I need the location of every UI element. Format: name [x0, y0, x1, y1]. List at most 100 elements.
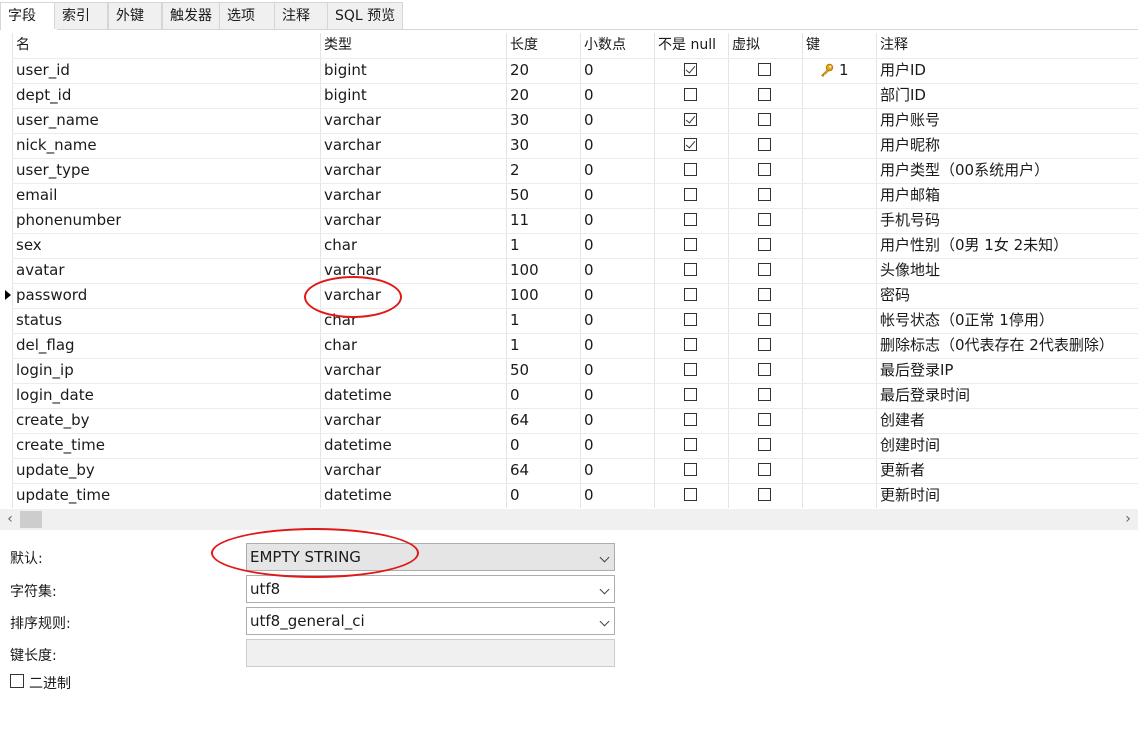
table-row[interactable]: avatar varchar 100 0 头像地址: [0, 258, 1138, 283]
cell-name[interactable]: email: [16, 183, 57, 208]
cell-name[interactable]: user_name: [16, 108, 99, 133]
column-header-type[interactable]: 类型: [324, 33, 352, 58]
cell-name[interactable]: login_ip: [16, 358, 74, 383]
not-null-checkbox[interactable]: [684, 488, 697, 501]
cell-comment[interactable]: 头像地址: [880, 258, 940, 283]
virtual-checkbox[interactable]: [758, 388, 771, 401]
cell-decimals[interactable]: 0: [584, 183, 594, 208]
not-null-checkbox[interactable]: [684, 263, 697, 276]
cell-comment[interactable]: 更新时间: [880, 483, 940, 508]
table-row[interactable]: nick_name varchar 30 0 用户昵称: [0, 133, 1138, 158]
cell-decimals[interactable]: 0: [584, 383, 594, 408]
virtual-checkbox[interactable]: [758, 338, 771, 351]
cell-decimals[interactable]: 0: [584, 308, 594, 333]
table-row[interactable]: user_id bigint 20 0 用户ID 1: [0, 58, 1138, 83]
virtual-checkbox[interactable]: [758, 363, 771, 376]
not-null-checkbox[interactable]: [684, 438, 697, 451]
cell-type[interactable]: datetime: [324, 483, 392, 508]
cell-length[interactable]: 0: [510, 433, 520, 458]
cell-comment[interactable]: 创建者: [880, 408, 925, 433]
cell-length[interactable]: 100: [510, 283, 539, 308]
tab-indexes[interactable]: 索引: [54, 2, 108, 29]
cell-type[interactable]: varchar: [324, 283, 381, 308]
column-header-comment[interactable]: 注释: [880, 33, 908, 58]
virtual-checkbox[interactable]: [758, 63, 771, 76]
cell-length[interactable]: 1: [510, 233, 520, 258]
not-null-checkbox[interactable]: [684, 213, 697, 226]
column-header-not-null[interactable]: 不是 null: [658, 33, 716, 58]
cell-length[interactable]: 2: [510, 158, 520, 183]
cell-name[interactable]: del_flag: [16, 333, 75, 358]
cell-type[interactable]: datetime: [324, 433, 392, 458]
cell-type[interactable]: datetime: [324, 383, 392, 408]
cell-comment[interactable]: 用户ID: [880, 58, 926, 83]
cell-decimals[interactable]: 0: [584, 358, 594, 383]
cell-length[interactable]: 50: [510, 358, 529, 383]
table-row[interactable]: create_by varchar 64 0 创建者: [0, 408, 1138, 433]
cell-type[interactable]: varchar: [324, 358, 381, 383]
cell-type[interactable]: varchar: [324, 208, 381, 233]
cell-name[interactable]: update_time: [16, 483, 110, 508]
not-null-checkbox[interactable]: [684, 388, 697, 401]
cell-type[interactable]: char: [324, 308, 357, 333]
cell-type[interactable]: varchar: [324, 108, 381, 133]
virtual-checkbox[interactable]: [758, 163, 771, 176]
table-row[interactable]: user_name varchar 30 0 用户账号: [0, 108, 1138, 133]
cell-type[interactable]: varchar: [324, 133, 381, 158]
cell-type[interactable]: varchar: [324, 158, 381, 183]
not-null-checkbox[interactable]: [684, 238, 697, 251]
cell-comment[interactable]: 最后登录时间: [880, 383, 970, 408]
virtual-checkbox[interactable]: [758, 213, 771, 226]
table-row[interactable]: create_time datetime 0 0 创建时间: [0, 433, 1138, 458]
cell-length[interactable]: 30: [510, 133, 529, 158]
cell-decimals[interactable]: 0: [584, 133, 594, 158]
horizontal-scrollbar[interactable]: ‹ ›: [0, 509, 1138, 530]
table-row[interactable]: user_type varchar 2 0 用户类型（00系统用户）: [0, 158, 1138, 183]
table-row[interactable]: status char 1 0 帐号状态（0正常 1停用）: [0, 308, 1138, 333]
tab-comment[interactable]: 注释: [274, 2, 328, 29]
not-null-checkbox[interactable]: [684, 163, 697, 176]
cell-name[interactable]: nick_name: [16, 133, 97, 158]
cell-comment[interactable]: 帐号状态（0正常 1停用）: [880, 308, 1054, 333]
cell-decimals[interactable]: 0: [584, 458, 594, 483]
tab-options[interactable]: 选项: [219, 2, 275, 29]
cell-name[interactable]: create_by: [16, 408, 90, 433]
cell-decimals[interactable]: 0: [584, 208, 594, 233]
cell-decimals[interactable]: 0: [584, 233, 594, 258]
cell-comment[interactable]: 创建时间: [880, 433, 940, 458]
cell-length[interactable]: 20: [510, 83, 529, 108]
virtual-checkbox[interactable]: [758, 113, 771, 126]
cell-comment[interactable]: 用户类型（00系统用户）: [880, 158, 1049, 183]
cell-type[interactable]: varchar: [324, 408, 381, 433]
cell-comment[interactable]: 用户邮箱: [880, 183, 940, 208]
not-null-checkbox[interactable]: [684, 363, 697, 376]
cell-name[interactable]: create_time: [16, 433, 105, 458]
column-header-name[interactable]: 名: [16, 33, 30, 58]
not-null-checkbox[interactable]: [684, 113, 697, 126]
charset-select[interactable]: utf8: [246, 575, 615, 603]
cell-name[interactable]: user_id: [16, 58, 70, 83]
virtual-checkbox[interactable]: [758, 138, 771, 151]
cell-name[interactable]: dept_id: [16, 83, 71, 108]
table-row[interactable]: phonenumber varchar 11 0 手机号码: [0, 208, 1138, 233]
cell-comment[interactable]: 最后登录IP: [880, 358, 953, 383]
cell-decimals[interactable]: 0: [584, 108, 594, 133]
cell-type[interactable]: char: [324, 333, 357, 358]
virtual-checkbox[interactable]: [758, 263, 771, 276]
cell-length[interactable]: 50: [510, 183, 529, 208]
virtual-checkbox[interactable]: [758, 438, 771, 451]
cell-decimals[interactable]: 0: [584, 408, 594, 433]
cell-name[interactable]: password: [16, 283, 87, 308]
virtual-checkbox[interactable]: [758, 288, 771, 301]
scrollbar-thumb[interactable]: [20, 511, 42, 528]
cell-name[interactable]: avatar: [16, 258, 65, 283]
virtual-checkbox[interactable]: [758, 88, 771, 101]
cell-name[interactable]: login_date: [16, 383, 94, 408]
cell-comment[interactable]: 更新者: [880, 458, 925, 483]
binary-checkbox[interactable]: [10, 674, 24, 688]
not-null-checkbox[interactable]: [684, 413, 697, 426]
table-row[interactable]: dept_id bigint 20 0 部门ID: [0, 83, 1138, 108]
cell-length[interactable]: 0: [510, 383, 520, 408]
cell-length[interactable]: 0: [510, 483, 520, 508]
cell-decimals[interactable]: 0: [584, 483, 594, 508]
